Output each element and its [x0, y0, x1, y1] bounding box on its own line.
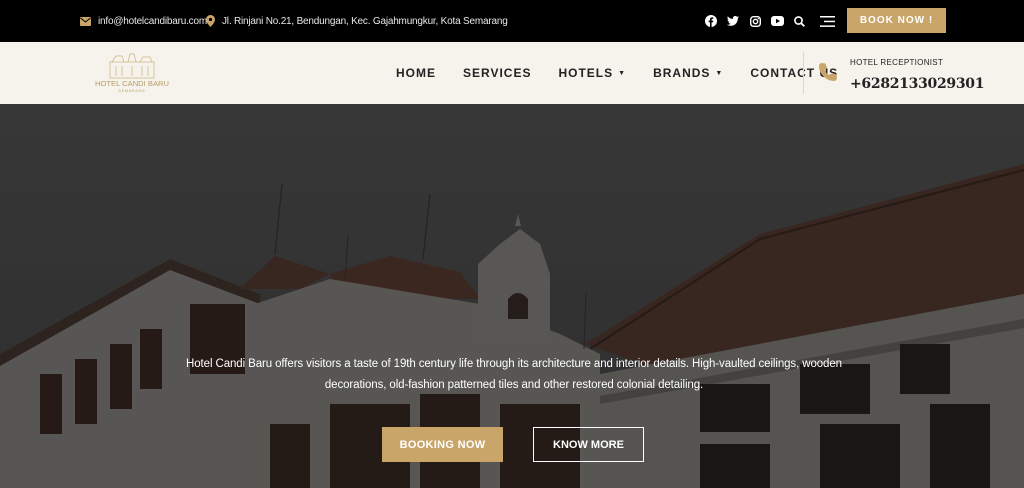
- hero-background-image: [0, 104, 1024, 488]
- receptionist-label: HOTEL RECEPTIONIST: [850, 58, 944, 67]
- address-text: Jl. Rinjani No.21, Bendungan, Kec. Gajah…: [222, 15, 508, 27]
- nav-hotels-label[interactable]: HOTELS: [558, 66, 613, 80]
- facebook-icon[interactable]: [700, 10, 722, 32]
- book-now-button[interactable]: BOOK NOW !: [847, 8, 946, 33]
- email-text[interactable]: info@hotelcandibaru.com: [98, 16, 207, 27]
- nav-home-label[interactable]: HOME: [396, 66, 436, 80]
- nav-brands[interactable]: BRANDS ▼: [653, 66, 723, 80]
- caret-down-icon: ▼: [715, 69, 724, 77]
- nav-services[interactable]: SERVICES: [463, 66, 531, 80]
- phone-icon: [818, 62, 838, 87]
- receptionist-phone[interactable]: +6282133029301: [850, 76, 984, 92]
- search-icon[interactable]: [788, 10, 810, 32]
- envelope-icon: [80, 16, 91, 26]
- top-bar: info@hotelcandibaru.com Jl. Rinjani No.2…: [0, 0, 1024, 42]
- hero-description: Hotel Candi Baru offers visitors a taste…: [186, 358, 842, 391]
- map-marker-icon: [206, 15, 215, 27]
- email-info[interactable]: info@hotelcandibaru.com: [80, 0, 207, 42]
- nav-hotels[interactable]: HOTELS ▼: [558, 66, 626, 80]
- booking-now-button[interactable]: BOOKING NOW: [382, 427, 503, 462]
- logo-name: HOTEL CANDI BARU: [95, 79, 169, 88]
- hotel-logo[interactable]: HOTEL CANDI BARU SEMARANG: [88, 52, 176, 94]
- nav-brands-label[interactable]: BRANDS: [653, 66, 710, 80]
- twitter-icon[interactable]: [722, 10, 744, 32]
- menu-icon[interactable]: [816, 10, 838, 32]
- know-more-button[interactable]: KNOW MORE: [533, 427, 644, 462]
- address-info: Jl. Rinjani No.21, Bendungan, Kec. Gajah…: [206, 0, 508, 42]
- nav-home[interactable]: HOME: [396, 66, 436, 80]
- nav-bar: HOTEL CANDI BARU SEMARANG HOME SERVICES …: [0, 42, 1024, 104]
- hero-section: Hotel Candi Baru offers visitors a taste…: [0, 104, 1024, 488]
- social-links: [700, 0, 838, 42]
- main-nav: HOME SERVICES HOTELS ▼ BRANDS ▼ CONTACT US: [396, 42, 865, 104]
- nav-divider: [803, 52, 804, 94]
- caret-down-icon: ▼: [618, 69, 627, 77]
- logo-sub: SEMARANG: [119, 89, 146, 93]
- youtube-icon[interactable]: [766, 10, 788, 32]
- instagram-icon[interactable]: [744, 10, 766, 32]
- nav-services-label[interactable]: SERVICES: [463, 66, 531, 80]
